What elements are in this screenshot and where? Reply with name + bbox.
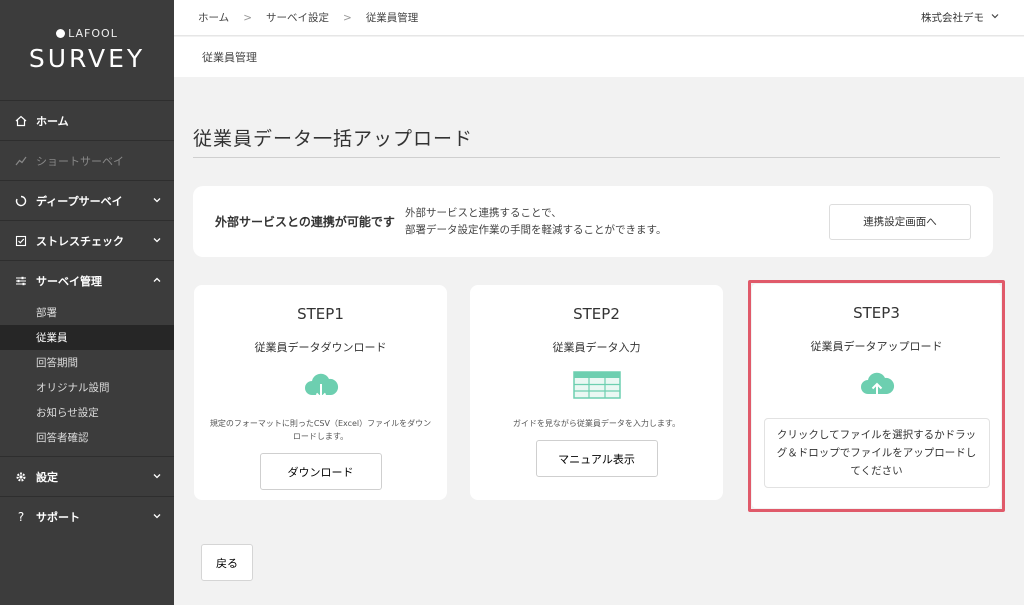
sidebar-item-settings[interactable]: 設定 bbox=[0, 456, 174, 496]
chevron-down-icon bbox=[152, 470, 162, 484]
cloud-upload-icon bbox=[752, 370, 1001, 402]
chevron-up-icon bbox=[152, 274, 162, 288]
logo-brand: LAFOOL bbox=[56, 27, 118, 40]
step3-title: 従業員データアップロード bbox=[810, 340, 943, 353]
chevron-down-icon bbox=[152, 234, 162, 248]
submenu-item-respondent-check[interactable]: 回答者確認 bbox=[0, 425, 174, 450]
step2-card: STEP2 従業員データ入力 ガイドを見ながら従業員データを入力します。 マニュ… bbox=[470, 285, 723, 500]
page-title: 従業員データ一括アップロード bbox=[193, 128, 474, 150]
sidebar-item-home[interactable]: ホーム bbox=[0, 100, 174, 140]
integration-title: 外部サービスとの連携が可能です bbox=[215, 215, 395, 229]
download-button[interactable]: ダウンロード bbox=[259, 453, 382, 490]
step2-label: STEP2 bbox=[573, 305, 620, 323]
integration-description: 外部サービスと連携することで、 部署データ設定作業の手間を軽減することができます… bbox=[405, 206, 667, 236]
trend-icon bbox=[14, 155, 28, 167]
help-icon: ? bbox=[17, 509, 25, 524]
submenu-item-answer-period[interactable]: 回答期間 bbox=[0, 350, 174, 375]
logo-product: SURVEY bbox=[28, 44, 146, 73]
step1-label: STEP1 bbox=[297, 305, 344, 323]
submenu-item-original-questions[interactable]: オリジナル設問 bbox=[0, 375, 174, 400]
integration-settings-button[interactable]: 連携設定画面へ bbox=[829, 203, 971, 240]
circle-icon bbox=[14, 195, 28, 207]
step1-description: 規定のフォーマットに則ったCSV（Excel）ファイルをダウンロードします。 bbox=[209, 419, 432, 441]
sidebar-item-support[interactable]: ? サポート bbox=[0, 496, 174, 536]
spreadsheet-icon bbox=[470, 371, 723, 403]
sidebar-item-deep-survey[interactable]: ディープサーベイ bbox=[0, 180, 174, 220]
sidebar-item-survey-admin[interactable]: サーベイ管理 bbox=[0, 260, 174, 300]
breadcrumb-employee-management: 従業員管理 bbox=[365, 12, 419, 24]
step3-label: STEP3 bbox=[853, 304, 900, 322]
step3-card: STEP3 従業員データアップロード クリックしてファイルを選択するかドラッグ＆… bbox=[752, 284, 1001, 508]
company-name: 株式会社デモ bbox=[921, 12, 984, 24]
sliders-icon bbox=[14, 275, 28, 287]
section-header: 従業員管理 bbox=[174, 37, 1024, 77]
sidebar: LAFOOL SURVEY ホーム ショートサーベイ ディープサーベイ ストレス… bbox=[0, 0, 174, 605]
home-icon bbox=[14, 115, 28, 127]
breadcrumb-separator-icon: > bbox=[343, 11, 352, 24]
breadcrumb-survey-settings[interactable]: サーベイ設定 bbox=[266, 10, 329, 25]
cloud-download-icon bbox=[194, 371, 447, 403]
breadcrumb-separator-icon: > bbox=[243, 11, 252, 24]
breadcrumb: ホーム > サーベイ設定 > 従業員管理 株式会社デモ bbox=[174, 0, 1024, 36]
breadcrumb-home[interactable]: ホーム bbox=[198, 10, 229, 25]
integration-panel: 外部サービスとの連携が可能です 外部サービスと連携することで、 部署データ設定作… bbox=[193, 186, 993, 257]
step1-card: STEP1 従業員データダウンロード 規定のフォーマットに則ったCSV（Exce… bbox=[194, 285, 447, 500]
back-button[interactable]: 戻る bbox=[201, 544, 253, 581]
submenu-item-notice-settings[interactable]: お知らせ設定 bbox=[0, 400, 174, 425]
step2-title: 従業員データ入力 bbox=[552, 341, 641, 354]
logo[interactable]: LAFOOL SURVEY bbox=[0, 0, 174, 100]
chevron-down-icon bbox=[990, 11, 1000, 24]
gear-icon bbox=[14, 471, 28, 483]
sidebar-item-stress-check[interactable]: ストレスチェック bbox=[0, 220, 174, 260]
sidebar-item-short-survey[interactable]: ショートサーベイ bbox=[0, 140, 174, 180]
step1-title: 従業員データダウンロード bbox=[254, 341, 387, 354]
checkbox-icon bbox=[14, 235, 28, 247]
manual-button[interactable]: マニュアル表示 bbox=[535, 440, 658, 477]
company-dropdown[interactable]: 株式会社デモ bbox=[921, 10, 1000, 25]
submenu-item-departments[interactable]: 部署 bbox=[0, 300, 174, 325]
logo-dot-icon bbox=[56, 29, 66, 38]
chevron-down-icon bbox=[152, 194, 162, 208]
file-dropzone[interactable]: クリックしてファイルを選択するかドラッグ＆ドロップでファイルをアップロードしてく… bbox=[763, 418, 990, 488]
step2-description: ガイドを見ながら従業員データを入力します。 bbox=[512, 419, 681, 428]
title-divider bbox=[193, 157, 1000, 158]
submenu-item-employees[interactable]: 従業員 bbox=[0, 325, 174, 350]
survey-admin-submenu: 部署 従業員 回答期間 オリジナル設問 お知らせ設定 回答者確認 bbox=[0, 300, 174, 456]
chevron-down-icon bbox=[152, 510, 162, 524]
